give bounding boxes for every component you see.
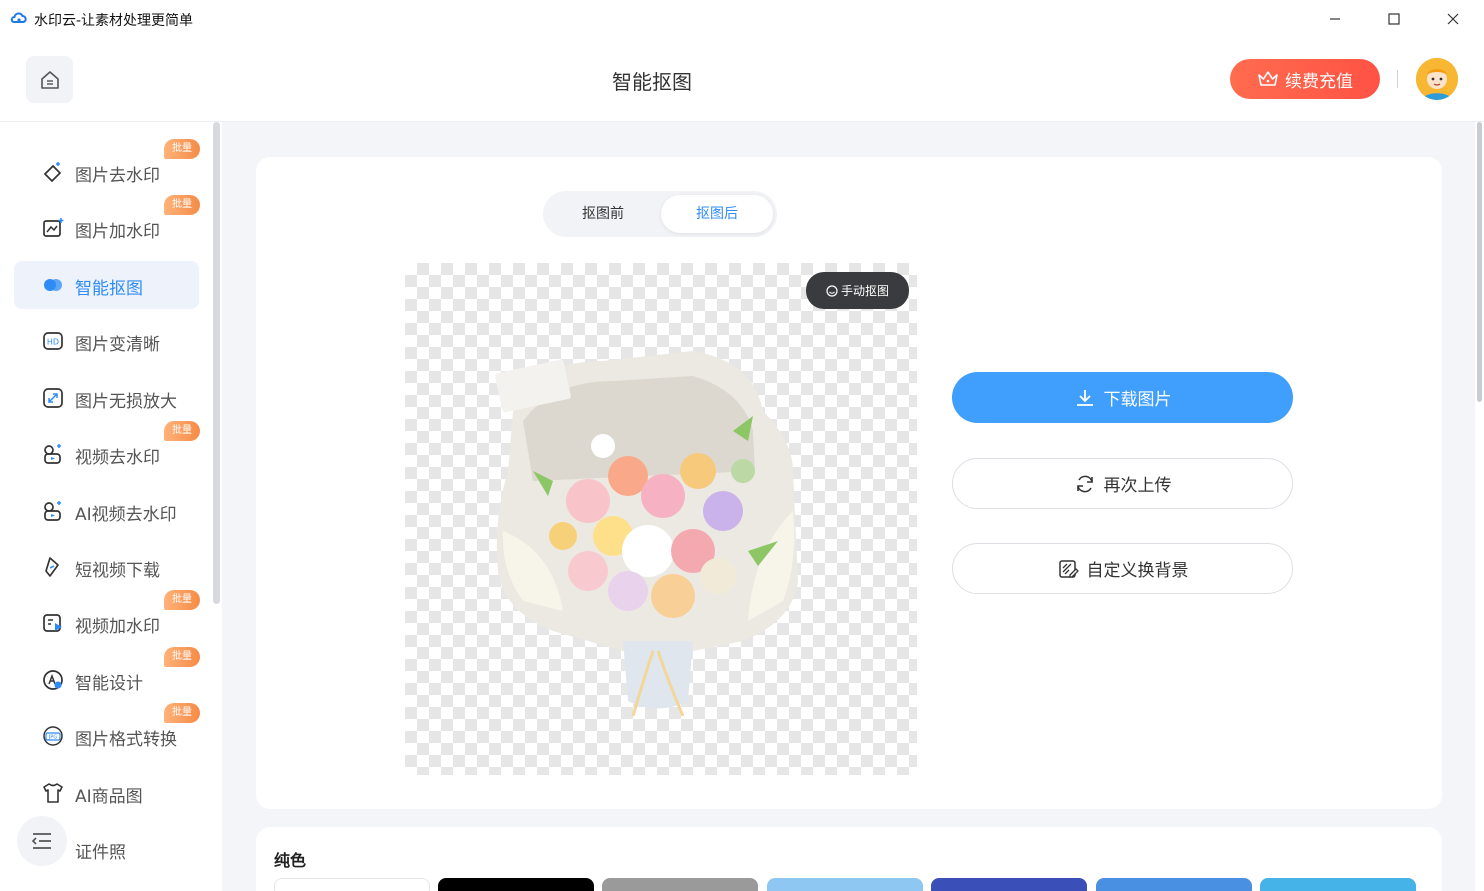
- sidebar-item-label: 短视频下载: [75, 561, 160, 581]
- background-color-card: 纯色: [256, 827, 1442, 891]
- main-scrollbar[interactable]: [1475, 122, 1484, 891]
- sidebar-item-label: 图片去水印: [75, 166, 160, 186]
- sidebar-item-video-remove-watermark[interactable]: 视频去水印 批量: [14, 421, 200, 478]
- before-after-toggle: 抠图前 抠图后: [543, 191, 777, 237]
- sidebar-item-label: AI商品图: [75, 787, 143, 807]
- background-edit-icon: [1058, 559, 1079, 578]
- page-header: 智能抠图 续费充值: [0, 38, 1484, 122]
- sidebar-item-video-add-watermark[interactable]: 视频加水印 批量: [14, 590, 200, 647]
- sidebar-item-label: 图片格式转换: [75, 730, 177, 750]
- video-add-icon: [43, 614, 62, 632]
- svg-text:JPG: JPG: [48, 735, 57, 741]
- cutout-icon: [44, 279, 62, 291]
- color-swatch-white[interactable]: [274, 878, 430, 891]
- sidebar-item-label: 图片加水印: [75, 222, 160, 242]
- custom-background-label: 自定义换背景: [1086, 561, 1189, 581]
- sidebar-item-smart-design[interactable]: 智能设计 批量: [14, 647, 200, 704]
- link-icon: [45, 557, 59, 577]
- sidebar-item-label: 图片变清晰: [75, 335, 160, 355]
- sidebar-item-label: 图片无损放大: [75, 392, 177, 412]
- batch-badge: 批量: [164, 139, 200, 159]
- sidebar-item-label: 智能抠图: [75, 279, 143, 299]
- color-swatch-black[interactable]: [438, 878, 594, 891]
- solid-color-title: 纯色: [274, 851, 307, 870]
- sidebar: 图片去水印 批量 图片加水印 批量 智能抠图 HD 图片变清晰 图片无损放大 视…: [0, 122, 222, 891]
- design-icon: [43, 670, 63, 690]
- video-eraser-icon: [44, 444, 61, 464]
- jpg-icon: JPG: [43, 726, 63, 746]
- sidebar-item-label: 证件照: [75, 843, 126, 863]
- sidebar-item-image-remove-watermark[interactable]: 图片去水印 批量: [14, 139, 200, 196]
- custom-background-button[interactable]: 自定义换背景: [952, 543, 1293, 594]
- sidebar-item-image-enlarge[interactable]: 图片无损放大: [14, 374, 199, 422]
- color-swatch-light-blue[interactable]: [767, 878, 923, 891]
- sidebar-item-ai-video-remove-watermark[interactable]: AI视频去水印: [14, 487, 199, 535]
- download-image-label: 下载图片: [1103, 390, 1172, 410]
- app-logo-icon: [10, 12, 27, 23]
- close-icon[interactable]: [1442, 8, 1464, 30]
- renew-vip-button[interactable]: 续费充值: [1230, 59, 1380, 99]
- renew-vip-label: 续费充值: [1285, 71, 1353, 92]
- enlarge-icon: [43, 388, 63, 408]
- refresh-icon: [1076, 475, 1093, 492]
- sidebar-item-label: AI视频去水印: [75, 505, 177, 525]
- sidebar-item-image-add-watermark[interactable]: 图片加水印 批量: [14, 195, 200, 252]
- color-swatch-blue[interactable]: [1096, 878, 1252, 891]
- svg-text:HD: HD: [47, 338, 59, 347]
- reupload-label: 再次上传: [1103, 476, 1172, 496]
- tab-after-cutout[interactable]: 抠图后: [661, 195, 773, 233]
- sidebar-item-image-sharpen[interactable]: HD 图片变清晰: [14, 317, 199, 365]
- reupload-button[interactable]: 再次上传: [952, 458, 1293, 509]
- color-swatch-sky-blue[interactable]: [1260, 878, 1416, 891]
- window-title: 水印云-让素材处理更简单: [34, 13, 194, 29]
- sidebar-item-ai-product-image[interactable]: AI商品图: [14, 769, 199, 817]
- cutout-card: 抠图前 抠图后 手动抠图 下载图片 再次上传 自定义换背景: [256, 157, 1442, 809]
- sidebar-scrollbar[interactable]: [213, 122, 220, 604]
- sidebar-item-image-format-convert[interactable]: JPG 图片格式转换 批量: [14, 703, 200, 760]
- shirt-icon: [43, 783, 63, 803]
- batch-badge: 批量: [164, 647, 200, 667]
- hd-icon: HD: [43, 332, 63, 350]
- sidebar-item-label: 视频加水印: [75, 617, 160, 637]
- download-image-button[interactable]: 下载图片: [952, 372, 1293, 423]
- image-add-icon: [43, 218, 64, 237]
- sidebar-collapse-button[interactable]: [17, 816, 67, 866]
- main-scrollbar-thumb[interactable]: [1477, 122, 1482, 402]
- batch-badge: 批量: [164, 590, 200, 610]
- manual-cutout-button[interactable]: 手动抠图: [806, 272, 909, 309]
- sidebar-item-label: 视频去水印: [75, 448, 160, 468]
- page-title: 智能抠图: [612, 70, 692, 94]
- eraser-icon: [43, 162, 62, 183]
- title-bar: 水印云-让素材处理更简单: [0, 0, 1484, 38]
- color-swatch-gray[interactable]: [602, 878, 758, 891]
- bouquet-image: [495, 351, 798, 717]
- batch-badge: 批量: [164, 703, 200, 723]
- minimize-icon[interactable]: [1324, 8, 1346, 30]
- header-divider: [1397, 70, 1398, 88]
- batch-badge: 批量: [164, 195, 200, 215]
- smile-icon: [826, 284, 838, 297]
- avatar[interactable]: [1416, 58, 1458, 100]
- sidebar-item-label: 智能设计: [75, 674, 143, 694]
- sidebar-item-short-video-download[interactable]: 短视频下载: [14, 543, 199, 591]
- download-icon: [1076, 389, 1093, 406]
- maximize-icon[interactable]: [1383, 8, 1405, 30]
- tab-before-cutout[interactable]: 抠图前: [547, 195, 659, 233]
- color-swatch-navy[interactable]: [931, 878, 1087, 891]
- sidebar-item-smart-cutout[interactable]: 智能抠图: [14, 261, 199, 309]
- menu-collapse-icon: [31, 833, 51, 849]
- batch-badge: 批量: [164, 421, 200, 441]
- avatar-icon: [1416, 58, 1458, 100]
- ai-video-icon: [44, 501, 61, 521]
- crown-icon: [1258, 71, 1278, 86]
- manual-cutout-label: 手动抠图: [840, 284, 889, 298]
- image-preview: 手动抠图: [405, 263, 917, 775]
